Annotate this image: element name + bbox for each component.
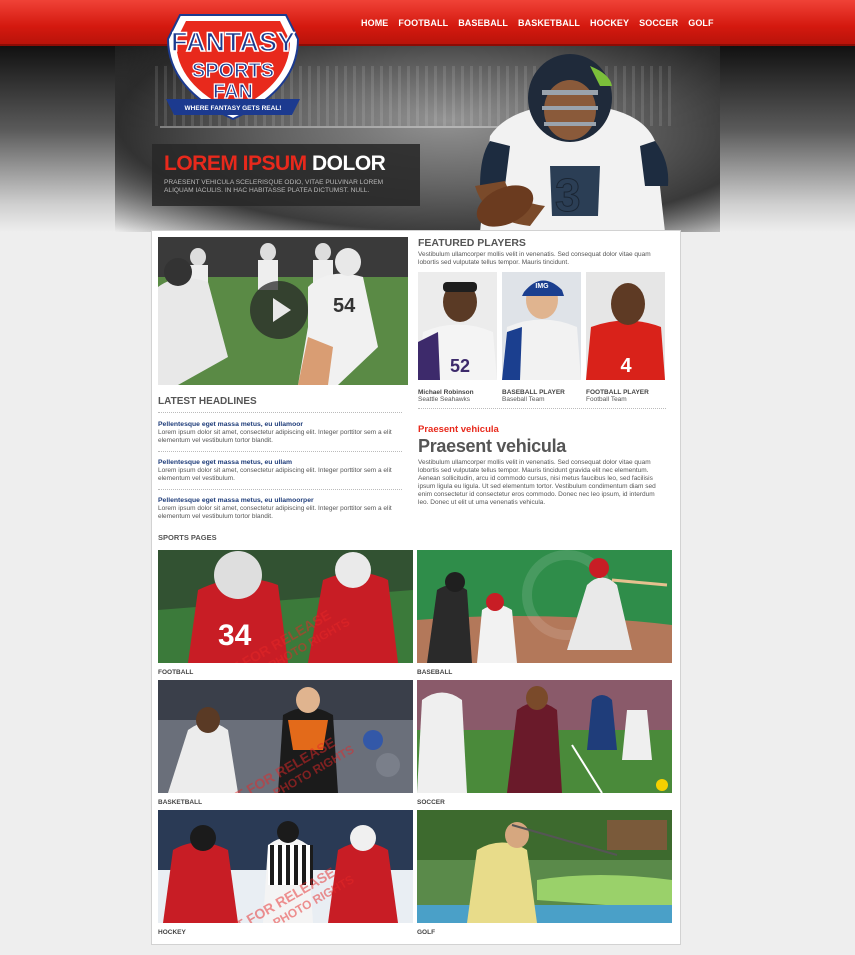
headline-text: Lorem ipsum dolor sit amet, consectetur … [158,505,392,520]
player-name: BASEBALL PLAYER [502,389,565,396]
headline-link[interactable]: Pellentesque eget massa metus, eu ullam [158,459,402,466]
player-team: Football Team [586,396,627,403]
featured-players: FEATURED PLAYERS Vestibulum ullamcorper … [418,237,666,409]
headline-item: Pellentesque eget massa metus, eu ullamo… [158,494,402,527]
player-photo: IMG [502,272,581,380]
sport-label: BASEBALL [417,669,453,676]
svg-text:34: 34 [218,619,252,652]
sport-tile-hockey[interactable]: NOT FOR RELEASE NEEDS PHOTO RIGHTS HOCKE… [158,810,413,952]
top-nav-bar: HOME FOOTBALL BASEBALL BASKETBALL HOCKEY… [0,0,855,46]
latest-headlines: LATEST HEADLINES Pellentesque eget massa… [158,396,402,531]
fantasy-sports-fan-logo[interactable]: FANTASY SPORTS FAN WHERE FANTASY GETS RE… [162,7,304,125]
player-name: FOOTBALL PLAYER [586,389,649,396]
logo-line2: SPORTS [192,60,274,82]
svg-text:52: 52 [450,356,470,376]
sport-label: HOCKEY [158,929,186,936]
sport-tile-basketball[interactable]: NOT FOR RELEASE NEEDS PHOTO RIGHTS BASKE… [158,680,413,822]
nav-home[interactable]: HOME [361,18,388,28]
svg-text:IMG: IMG [535,283,549,290]
player-team: Seattle Seahawks [418,396,471,403]
svg-text:4: 4 [620,355,632,377]
nav-soccer[interactable]: SOCCER [639,18,678,28]
video-player[interactable]: 54 [158,237,408,385]
headline-item: Pellentesque eget massa metus, eu ullam … [158,456,402,490]
nav-golf[interactable]: GOLF [688,18,713,28]
article-block: Praesent vehicula Praesent vehicula Vest… [418,424,666,507]
play-icon[interactable] [250,281,308,339]
main-nav: HOME FOOTBALL BASEBALL BASKETBALL HOCKEY… [361,18,724,28]
hero-title-red: LOREM IPSUM [164,152,307,175]
latest-headlines-title: LATEST HEADLINES [158,396,402,413]
svg-text:54: 54 [333,295,356,317]
main-content: 54 LATEST HEADLINES Pellentesque eget ma… [151,230,681,952]
hero-banner: 3 LOREM IPSUM DOLOR PRAESENT VEHICULA SC… [0,46,855,232]
sport-label: FOOTBALL [158,669,194,676]
player-card[interactable]: 52 Michael Robinson Seattle Seahawks [418,272,497,403]
sports-pages-title: SPORTS PAGES [158,533,217,542]
logo-line1: FANTASY [171,27,295,57]
sport-tile-football[interactable]: 34 NOT FOR RELEASE NEEDS PHOTO RIGHTS FO… [158,550,413,695]
article-title: Praesent vehicula [418,436,566,456]
basketball-image: NOT FOR RELEASE NEEDS PHOTO RIGHTS [158,680,413,822]
player-card[interactable]: 4 FOOTBALL PLAYER Football Team [586,272,665,403]
sport-label: GOLF [417,929,436,936]
hockey-image: NOT FOR RELEASE NEEDS PHOTO RIGHTS [158,810,413,952]
soccer-image [417,680,672,794]
featured-players-desc: Vestibulum ullamcorper mollis velit in v… [418,251,651,266]
hero-player-image: 3 [475,54,669,232]
player-list: 52 Michael Robinson Seattle Seahawks IMG… [418,272,666,403]
headline-text: Lorem ipsum dolor sit amet, consectetur … [158,467,392,482]
nav-baseball[interactable]: BASEBALL [458,18,508,28]
nav-basketball[interactable]: BASKETBALL [518,18,580,28]
headline-link[interactable]: Pellentesque eget massa metus, eu ullamo… [158,421,402,428]
player-card[interactable]: IMG BASEBALL PLAYER Baseball Team [502,272,581,403]
hero-caption: LOREM IPSUM DOLOR PRAESENT VEHICULA SCEL… [152,144,420,206]
logo-tagline: WHERE FANTASY GETS REAL! [185,105,282,112]
article-kicker: Praesent vehicula [418,424,499,435]
featured-players-title: FEATURED PLAYERS [418,237,526,249]
sport-tile-golf[interactable]: GOLF [417,810,672,936]
article-text: Vestibulum ullamcorper mollis velit in v… [418,459,656,506]
football-image: 34 NOT FOR RELEASE NEEDS PHOTO RIGHTS [158,550,413,695]
baseball-image [417,550,672,663]
sport-tile-soccer[interactable]: SOCCER [417,680,672,806]
hero-title-white: DOLOR [312,152,386,175]
player-photo: 52 [418,272,497,380]
sport-tile-baseball[interactable]: BASEBALL [417,550,672,676]
headline-item: Pellentesque eget massa metus, eu ullamo… [158,418,402,452]
sport-label: BASKETBALL [158,799,203,806]
svg-text:3: 3 [555,169,581,221]
headline-link[interactable]: Pellentesque eget massa metus, eu ullamo… [158,497,402,504]
player-photo: 4 [586,272,665,380]
nav-football[interactable]: FOOTBALL [398,18,448,28]
sport-label: SOCCER [417,799,445,806]
headline-text: Lorem ipsum dolor sit amet, consectetur … [158,429,392,444]
player-team: Baseball Team [502,396,545,403]
golf-image [417,810,672,923]
player-name: Michael Robinson [418,389,474,396]
hero-subtitle: PRAESENT VEHICULA SCELERISQUE ODIO, VITA… [164,179,384,194]
divider [418,408,666,409]
hero-title: LOREM IPSUM DOLOR [164,152,408,176]
nav-hockey[interactable]: HOCKEY [590,18,629,28]
